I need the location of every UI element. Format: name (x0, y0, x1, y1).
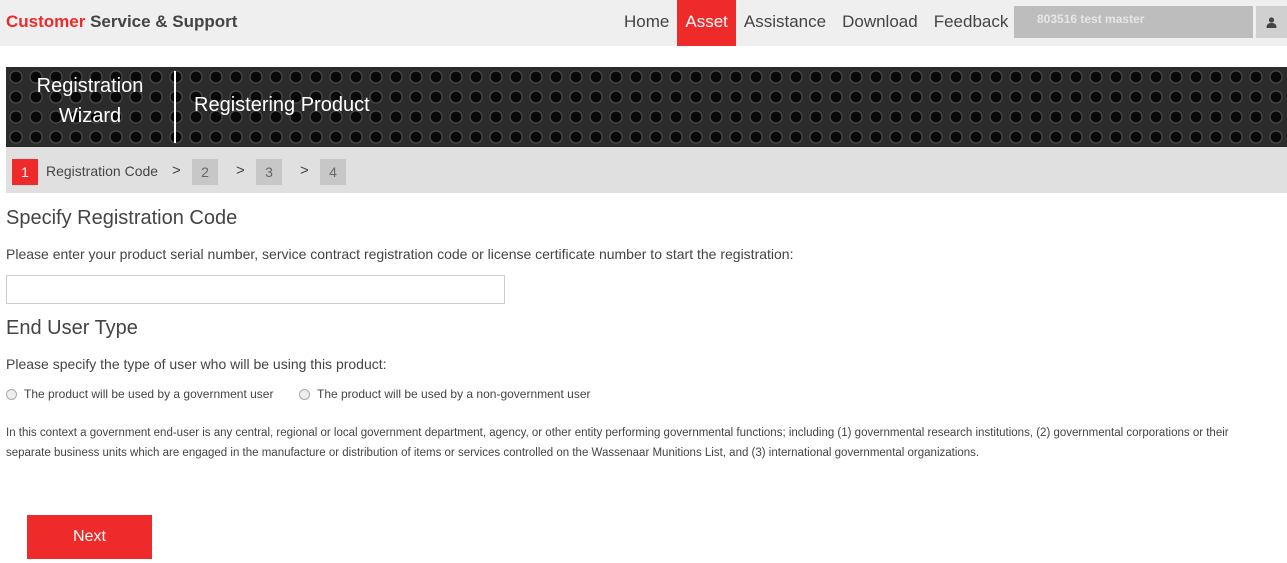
step-4[interactable]: 4 (320, 159, 346, 185)
registration-code-heading: Specify Registration Code (6, 207, 238, 229)
banner-title: Registration Wizard (6, 71, 174, 131)
step-2[interactable]: 2 (192, 159, 218, 185)
user-menu-button[interactable] (1256, 6, 1287, 38)
step-1-label: Registration Code (46, 163, 159, 179)
brand-logo[interactable]: Customer Service & Support (6, 12, 237, 32)
banner-title-line2: Wizard (58, 105, 122, 127)
banner-subtitle: Registering Product (194, 94, 370, 116)
wizard-steps: 1 Registration Code > 2 > 3 > 4 (6, 147, 1287, 193)
banner-title-line1: Registration (36, 75, 144, 97)
wizard-banner: Registration Wizard Registering Product (6, 67, 1287, 147)
nav-download[interactable]: Download (834, 0, 926, 46)
government-user-label: The product will be used by a government… (24, 387, 274, 401)
nav-home[interactable]: Home (616, 0, 677, 46)
step-3[interactable]: 3 (256, 159, 282, 185)
step-separator: > (300, 162, 309, 179)
nav-feedback[interactable]: Feedback (926, 0, 1017, 46)
government-user-option[interactable]: The product will be used by a government… (6, 387, 273, 401)
user-icon (1266, 16, 1277, 28)
registration-code-input[interactable] (6, 275, 505, 304)
registration-code-instruction: Please enter your product serial number,… (6, 246, 794, 262)
user-name-display[interactable]: 803516 test master (1014, 6, 1253, 38)
brand-rest: Service & Support (85, 12, 238, 31)
brand-accent: Customer (6, 12, 86, 31)
next-button[interactable]: Next (27, 515, 152, 559)
non-government-user-label: The product will be used by a non-govern… (317, 387, 591, 401)
banner-divider (174, 71, 176, 143)
government-definition-note: In this context a government end-user is… (6, 427, 1229, 459)
nav-assistance[interactable]: Assistance (736, 0, 834, 46)
nav-asset[interactable]: Asset (677, 0, 736, 46)
step-separator: > (236, 162, 245, 179)
end-user-type-heading: End User Type (6, 317, 138, 339)
non-government-user-option[interactable]: The product will be used by a non-govern… (299, 387, 591, 401)
government-user-radio[interactable] (6, 388, 17, 400)
non-government-user-radio[interactable] (299, 388, 310, 400)
end-user-type-instruction: Please specify the type of user who will… (6, 356, 387, 372)
top-nav-bar: Customer Service & Support Home Asset As… (0, 0, 1287, 46)
main-nav: Home Asset Assistance Download Feedback (616, 0, 1016, 46)
step-separator: > (172, 162, 181, 179)
step-1[interactable]: 1 (12, 159, 38, 185)
